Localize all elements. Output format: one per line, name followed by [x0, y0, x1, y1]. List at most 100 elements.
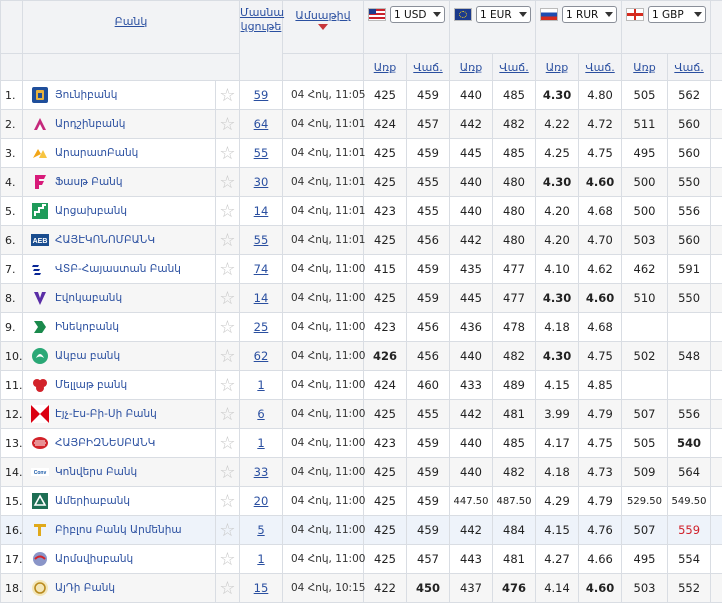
participation-link[interactable]: 74 [254, 262, 269, 276]
participation-cell[interactable]: 55 [240, 139, 283, 168]
bank-cell[interactable]: ConvԿոնվերս Բանկ [23, 458, 216, 487]
participation-cell[interactable]: 64 [240, 110, 283, 139]
participation-cell[interactable]: 62 [240, 342, 283, 371]
bank-name-link[interactable]: Մելլաթ բանկ [55, 379, 127, 391]
bank-name-link[interactable]: ՀԱՅԲԻԶՆԵՍԲԱՆԿ [55, 437, 155, 449]
bank-name-link[interactable]: Արցախբանկ [55, 205, 127, 217]
usd-sell-header[interactable]: Վաճ. [407, 54, 450, 81]
participation-cell[interactable]: 30 [240, 168, 283, 197]
favorite-star-icon[interactable]: ☆ [216, 574, 240, 603]
participation-cell[interactable]: 25 [240, 313, 283, 342]
bank-name-link[interactable]: ՎՏԲ-Հայաստան Բանկ [55, 263, 181, 275]
gbp-buy-header[interactable]: Առք [622, 54, 668, 81]
favorite-star-icon[interactable]: ☆ [216, 139, 240, 168]
participation-link[interactable]: 1 [257, 552, 264, 566]
bank-cell[interactable]: Ինեկոբանկ [23, 313, 216, 342]
bank-name-link[interactable]: Էվոկաբանկ [55, 292, 122, 304]
participation-cell[interactable]: 14 [240, 284, 283, 313]
rur-sell-header[interactable]: Վաճ. [579, 54, 622, 81]
participation-link[interactable]: 33 [254, 465, 269, 479]
participation-column-header[interactable]: Մասնա կցութե [240, 1, 283, 81]
favorite-star-icon[interactable]: ☆ [216, 429, 240, 458]
bank-cell[interactable]: ԱրարատԲանկ [23, 139, 216, 168]
rur-buy-header[interactable]: Առք [536, 54, 579, 81]
participation-cell[interactable]: 59 [240, 81, 283, 110]
bank-name-link[interactable]: Ֆասթ Բանկ [55, 176, 123, 188]
favorite-star-icon[interactable]: ☆ [216, 284, 240, 313]
bank-name-link[interactable]: Էյչ-Էս-Բի-Սի Բանկ [55, 408, 157, 420]
bank-name-link[interactable]: Ինեկոբանկ [55, 321, 119, 333]
bank-cell[interactable]: Ֆասթ Բանկ [23, 168, 216, 197]
participation-link[interactable]: 5 [257, 523, 264, 537]
favorite-star-icon[interactable]: ☆ [216, 110, 240, 139]
participation-link[interactable]: 15 [254, 581, 269, 595]
bank-cell[interactable]: ՎՏԲ-Հայաստան Բանկ [23, 255, 216, 284]
favorite-star-icon[interactable]: ☆ [216, 313, 240, 342]
participation-cell[interactable]: 1 [240, 371, 283, 400]
participation-cell[interactable]: 5 [240, 516, 283, 545]
bank-name-link[interactable]: Կոնվերս Բանկ [55, 466, 137, 478]
bank-column-header[interactable]: Բանկ [23, 1, 240, 54]
bank-name-link[interactable]: Յունիբանկ [55, 89, 117, 101]
participation-cell[interactable]: 6 [240, 400, 283, 429]
bank-name-link[interactable]: ԱյԴի Բանկ [55, 582, 115, 594]
date-column-header[interactable]: Ամսաթիվ [283, 1, 364, 54]
favorite-star-icon[interactable]: ☆ [216, 168, 240, 197]
participation-cell[interactable]: 14 [240, 197, 283, 226]
bank-cell[interactable]: Յունիբանկ [23, 81, 216, 110]
participation-cell[interactable]: 20 [240, 487, 283, 516]
eur-buy-header[interactable]: Առք [450, 54, 493, 81]
participation-link[interactable]: 59 [254, 88, 269, 102]
participation-link[interactable]: 1 [257, 436, 264, 450]
participation-link[interactable]: 62 [254, 349, 269, 363]
favorite-star-icon[interactable]: ☆ [216, 458, 240, 487]
bank-name-link[interactable]: Ամերիաբանկ [55, 495, 130, 507]
bank-name-link[interactable]: Բիբլոս Բանկ Արմենիա [55, 524, 182, 536]
participation-cell[interactable]: 1 [240, 429, 283, 458]
bank-name-link[interactable]: ՀԱՅԷԿՈՆՈՄԲԱՆԿ [55, 234, 155, 246]
participation-link[interactable]: 55 [254, 233, 269, 247]
usd-buy-header[interactable]: Առք [364, 54, 407, 81]
participation-link[interactable]: 6 [257, 407, 264, 421]
favorite-star-icon[interactable]: ☆ [216, 255, 240, 284]
participation-cell[interactable]: 15 [240, 574, 283, 603]
eur-sell-header[interactable]: Վաճ. [493, 54, 536, 81]
bank-cell[interactable]: Էվոկաբանկ [23, 284, 216, 313]
participation-link[interactable]: 20 [254, 494, 269, 508]
participation-cell[interactable]: 74 [240, 255, 283, 284]
bank-cell[interactable]: Ակբա բանկ [23, 342, 216, 371]
participation-link[interactable]: 30 [254, 175, 269, 189]
favorite-star-icon[interactable]: ☆ [216, 487, 240, 516]
favorite-star-icon[interactable]: ☆ [216, 197, 240, 226]
gbp-currency-select[interactable]: 1 GBP [648, 6, 706, 23]
bank-cell[interactable]: Ամերիաբանկ [23, 487, 216, 516]
gbp-sell-header[interactable]: Վաճ. [668, 54, 711, 81]
bank-name-link[interactable]: Արդշինբանկ [55, 118, 125, 130]
favorite-star-icon[interactable]: ☆ [216, 545, 240, 574]
bank-name-link[interactable]: Ակբա բանկ [55, 350, 120, 362]
participation-link[interactable]: 64 [254, 117, 269, 131]
participation-cell[interactable]: 55 [240, 226, 283, 255]
bank-cell[interactable]: AEBՀԱՅԷԿՈՆՈՄԲԱՆԿ [23, 226, 216, 255]
favorite-star-icon[interactable]: ☆ [216, 371, 240, 400]
bank-name-link[interactable]: Արմսվիսբանկ [55, 553, 133, 565]
participation-link[interactable]: 25 [254, 320, 269, 334]
participation-link[interactable]: 14 [254, 291, 269, 305]
bank-name-link[interactable]: ԱրարատԲանկ [55, 147, 138, 159]
usd-currency-select[interactable]: 1 USD [390, 6, 445, 23]
participation-cell[interactable]: 1 [240, 545, 283, 574]
bank-cell[interactable]: ԱյԴի Բանկ [23, 574, 216, 603]
bank-cell[interactable]: Էյչ-Էս-Բի-Սի Բանկ [23, 400, 216, 429]
participation-link[interactable]: 1 [257, 378, 264, 392]
bank-cell[interactable]: Մելլաթ բանկ [23, 371, 216, 400]
bank-cell[interactable]: Արմսվիսբանկ [23, 545, 216, 574]
eur-currency-select[interactable]: 1 EUR [476, 6, 531, 23]
bank-cell[interactable]: Բիբլոս Բանկ Արմենիա [23, 516, 216, 545]
favorite-star-icon[interactable]: ☆ [216, 400, 240, 429]
bank-cell[interactable]: Արդշինբանկ [23, 110, 216, 139]
favorite-star-icon[interactable]: ☆ [216, 81, 240, 110]
bank-cell[interactable]: Արցախբանկ [23, 197, 216, 226]
participation-cell[interactable]: 33 [240, 458, 283, 487]
rur-currency-select[interactable]: 1 RUR [562, 6, 617, 23]
participation-link[interactable]: 14 [254, 204, 269, 218]
